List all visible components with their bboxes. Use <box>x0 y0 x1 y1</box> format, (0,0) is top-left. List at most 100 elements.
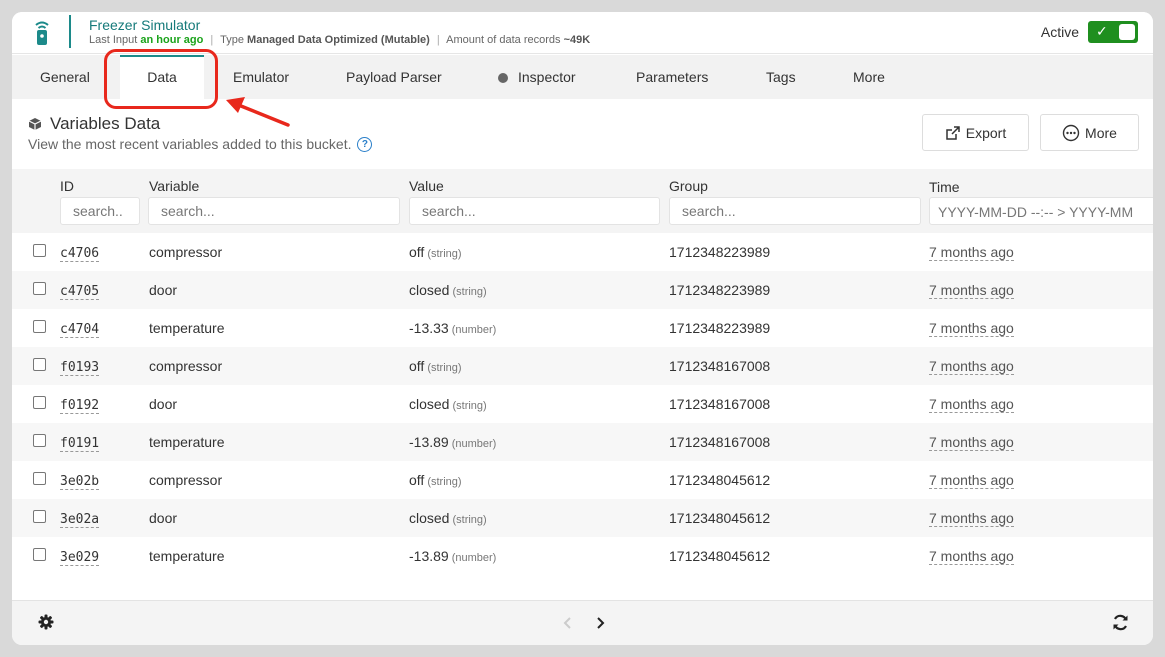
id-search-input[interactable] <box>60 197 140 225</box>
table-row[interactable]: c4705 door closed (string) 1712348223989 7 mo… <box>12 271 1153 309</box>
chevron-left-icon[interactable] <box>562 616 574 630</box>
column-header-value[interactable]: Value <box>409 178 444 194</box>
section-subtitle-text: View the most recent variables added to … <box>28 136 352 152</box>
tab-inspector-label: Inspector <box>518 69 576 85</box>
column-header-id[interactable]: ID <box>60 178 74 194</box>
row-variable: compressor <box>149 358 223 374</box>
row-checkbox[interactable] <box>33 358 46 371</box>
row-checkbox[interactable] <box>33 548 46 561</box>
table-row[interactable]: 3e02a door closed (string) 1712348045612 7 mo… <box>12 499 1153 537</box>
row-time[interactable]: 7 months ago <box>929 244 1014 261</box>
chevron-right-icon[interactable] <box>594 616 606 630</box>
value-search-input[interactable] <box>409 197 660 225</box>
table-row[interactable]: 3e02b compressor off (string) 1712348045612 7… <box>12 461 1153 499</box>
row-checkbox[interactable] <box>33 320 46 333</box>
row-checkbox[interactable] <box>33 282 46 295</box>
row-id[interactable]: 3e02a <box>60 512 100 528</box>
app-window: Freezer Simulator Last Input an hour ago… <box>12 12 1153 645</box>
table-row[interactable]: c4704 temperature -13.33 (number) 1712348223… <box>12 309 1153 347</box>
device-icon <box>35 21 49 45</box>
row-value-type: (string) <box>427 362 462 374</box>
export-button[interactable]: Export <box>922 114 1029 151</box>
active-label: Active <box>1040 24 1079 40</box>
row-id[interactable]: 3e029 <box>60 550 100 566</box>
tab-inspector[interactable]: Inspector <box>498 55 576 99</box>
row-id[interactable]: f0193 <box>60 360 100 376</box>
type-value: Managed Data Optimized (Mutable) <box>247 34 430 46</box>
annotation-arrow-icon <box>226 97 290 127</box>
meta-separator: | <box>210 34 214 46</box>
tab-payload-parser[interactable]: Payload Parser <box>346 55 442 99</box>
device-header: Freezer Simulator Last Input an hour ago… <box>12 12 1153 54</box>
column-header-group[interactable]: Group <box>669 178 708 194</box>
more-label: More <box>1085 124 1117 141</box>
row-value-type: (string) <box>452 286 487 298</box>
toggle-knob <box>1119 24 1135 40</box>
section-subtitle: View the most recent variables added to … <box>28 136 373 152</box>
column-header-variable[interactable]: Variable <box>149 178 199 194</box>
type-label: Type <box>220 34 244 46</box>
row-id[interactable]: c4704 <box>60 322 100 338</box>
row-checkbox[interactable] <box>33 434 46 447</box>
row-id[interactable]: f0191 <box>60 436 100 452</box>
row-variable: door <box>149 510 178 526</box>
row-variable: door <box>149 396 178 412</box>
time-range-filter[interactable]: YYYY-MM-DD --:-- > YYYY-MM <box>929 197 1153 225</box>
row-time[interactable]: 7 months ago <box>929 510 1014 527</box>
row-id[interactable]: 3e02b <box>60 474 100 490</box>
row-time[interactable]: 7 months ago <box>929 358 1014 375</box>
column-header-time[interactable]: Time <box>929 179 960 195</box>
export-icon <box>946 125 960 140</box>
gear-icon[interactable] <box>38 614 54 630</box>
more-button[interactable]: More <box>1040 114 1139 151</box>
last-input-value: an hour ago <box>140 34 204 46</box>
tab-general[interactable]: General <box>40 55 90 99</box>
row-group: 1712348167008 <box>669 396 771 412</box>
row-checkbox[interactable] <box>33 396 46 409</box>
tab-parameters[interactable]: Parameters <box>636 55 708 99</box>
row-group: 1712348223989 <box>669 320 771 336</box>
tab-tags[interactable]: Tags <box>766 55 796 99</box>
row-value: off (string) <box>409 472 462 488</box>
help-icon[interactable]: ? <box>357 136 373 152</box>
row-id[interactable]: f0192 <box>60 398 100 414</box>
row-value-type: (string) <box>427 476 462 488</box>
row-value-type: (string) <box>452 400 487 412</box>
row-value-text: -13.33 <box>409 320 449 336</box>
row-value: closed (string) <box>409 282 487 298</box>
row-value: -13.89 (number) <box>409 434 496 450</box>
row-id[interactable]: c4705 <box>60 284 100 300</box>
row-time[interactable]: 7 months ago <box>929 282 1014 299</box>
variable-search-input[interactable] <box>148 197 400 225</box>
records-value: ~49K <box>563 34 591 46</box>
row-value: closed (string) <box>409 510 487 526</box>
meta-separator: | <box>436 34 440 46</box>
tab-highlight-box <box>104 49 218 109</box>
row-time[interactable]: 7 months ago <box>929 548 1014 565</box>
device-title: Freezer Simulator <box>89 17 201 33</box>
table-row[interactable]: 3e029 temperature -13.89 (number) 1712348045… <box>12 537 1153 575</box>
row-time[interactable]: 7 months ago <box>929 320 1014 337</box>
tab-more[interactable]: More <box>853 55 885 99</box>
refresh-icon[interactable] <box>1112 614 1129 631</box>
table-row[interactable]: f0192 door closed (string) 1712348167008 7 mo… <box>12 385 1153 423</box>
table-row[interactable]: c4706 compressor off (string) 1712348223989 7… <box>12 233 1153 271</box>
table-footer <box>12 600 1153 645</box>
active-toggle[interactable]: ✓ <box>1088 21 1138 43</box>
row-id[interactable]: c4706 <box>60 246 100 262</box>
row-checkbox[interactable] <box>33 510 46 523</box>
row-group: 1712348223989 <box>669 244 771 260</box>
row-value: off (string) <box>409 358 462 374</box>
row-checkbox[interactable] <box>33 244 46 257</box>
row-time[interactable]: 7 months ago <box>929 396 1014 413</box>
table-row[interactable]: f0191 temperature -13.89 (number) 1712348167… <box>12 423 1153 461</box>
main-content: Variables Data View the most recent vari… <box>12 99 1153 610</box>
row-value-type: (number) <box>451 324 497 336</box>
row-checkbox[interactable] <box>33 472 46 485</box>
row-time[interactable]: 7 months ago <box>929 434 1014 451</box>
group-search-input[interactable] <box>669 197 921 225</box>
table-row[interactable]: f0193 compressor off (string) 1712348167008 7… <box>12 347 1153 385</box>
row-time[interactable]: 7 months ago <box>929 472 1014 489</box>
row-group: 1712348045612 <box>669 472 771 488</box>
export-label: Export <box>965 124 1007 141</box>
